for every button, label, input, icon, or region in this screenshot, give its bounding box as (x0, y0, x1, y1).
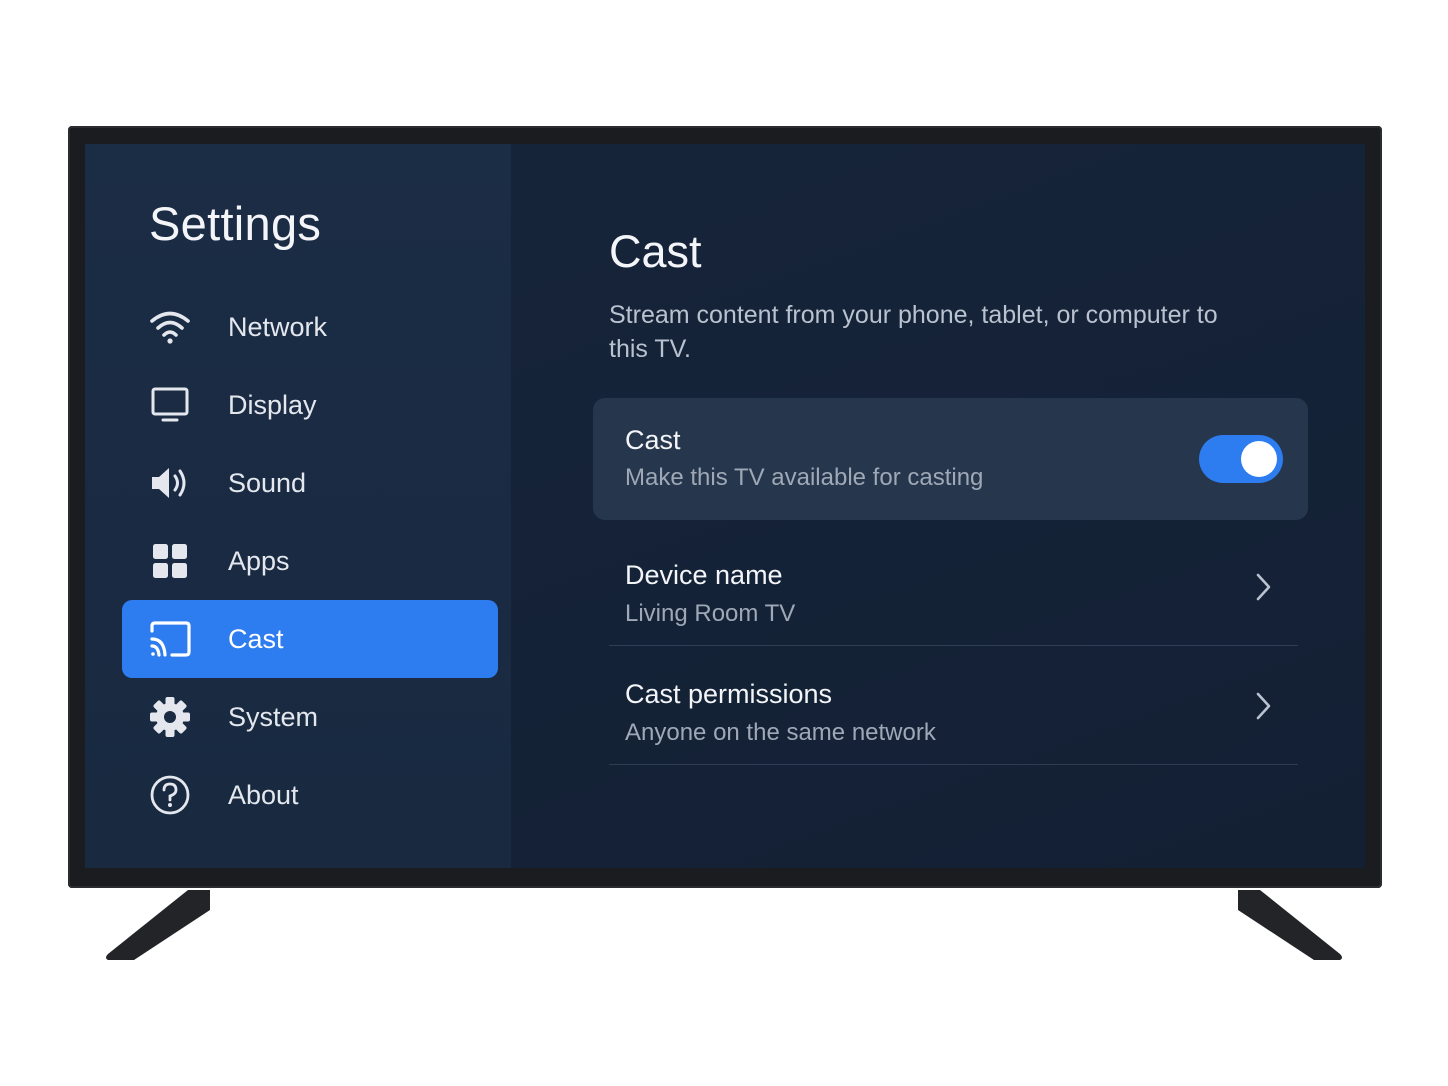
monitor-icon (148, 383, 192, 427)
row-divider (609, 764, 1298, 765)
cast-settings-panel: Cast Stream content from your phone, tab… (511, 144, 1365, 868)
sidebar-item-label: About (228, 779, 299, 810)
cast-toggle-switch[interactable] (1199, 435, 1283, 483)
cast-toggle-subtitle: Make this TV available for casting (625, 464, 984, 491)
cast-permissions-row[interactable]: Cast permissions Anyone on the same netw… (593, 647, 1308, 765)
toggle-knob (1241, 441, 1277, 477)
device-name-value: Living Room TV (625, 600, 796, 627)
help-circle-icon (148, 773, 192, 817)
page-description: Stream content from your phone, tablet, … (609, 301, 1218, 363)
device-name-row[interactable]: Device name Living Room TV (593, 528, 1308, 646)
cast-toggle-row[interactable]: Cast Make this TV available for casting (593, 398, 1308, 520)
sidebar-item-label: Sound (228, 467, 307, 498)
settings-nav: Network Display Sound Apps Cast System A… (122, 288, 498, 834)
cast-permissions-value: Anyone on the same network (625, 719, 936, 746)
gear-icon (148, 695, 192, 739)
settings-title: Settings (149, 197, 322, 250)
tv-screen: Settings Network Display Sound Apps Cast… (85, 144, 1365, 868)
tv-stand-left (104, 888, 344, 968)
sidebar-item-label: Network (228, 311, 328, 342)
page-title: Cast (609, 226, 702, 277)
sidebar-item-label: Apps (228, 545, 290, 576)
tv-stand-right (1104, 888, 1344, 968)
sidebar-item-label: System (228, 701, 319, 732)
speaker-icon (148, 461, 192, 505)
cast-icon (148, 617, 192, 661)
chevron-right-icon (1250, 570, 1276, 604)
sidebar-item-network[interactable]: Network (122, 288, 498, 366)
sidebar-item-apps[interactable]: Apps (122, 522, 498, 600)
cast-permissions-title: Cast permissions (625, 679, 833, 709)
settings-sidebar: Settings Network Display Sound Apps Cast… (85, 144, 511, 868)
sidebar-item-display[interactable]: Display (122, 366, 498, 444)
sidebar-item-label: Cast (228, 623, 284, 654)
sidebar-item-label: Display (228, 389, 317, 420)
sidebar-item-sound[interactable]: Sound (122, 444, 498, 522)
wifi-icon (148, 305, 192, 349)
sidebar-item-cast[interactable]: Cast (122, 600, 498, 678)
cast-toggle-title: Cast (625, 425, 681, 455)
row-divider (609, 645, 1298, 646)
apps-grid-icon (148, 539, 192, 583)
device-name-title: Device name (625, 560, 783, 590)
sidebar-item-system[interactable]: System (122, 678, 498, 756)
chevron-right-icon (1250, 689, 1276, 723)
sidebar-item-about[interactable]: About (122, 756, 498, 834)
